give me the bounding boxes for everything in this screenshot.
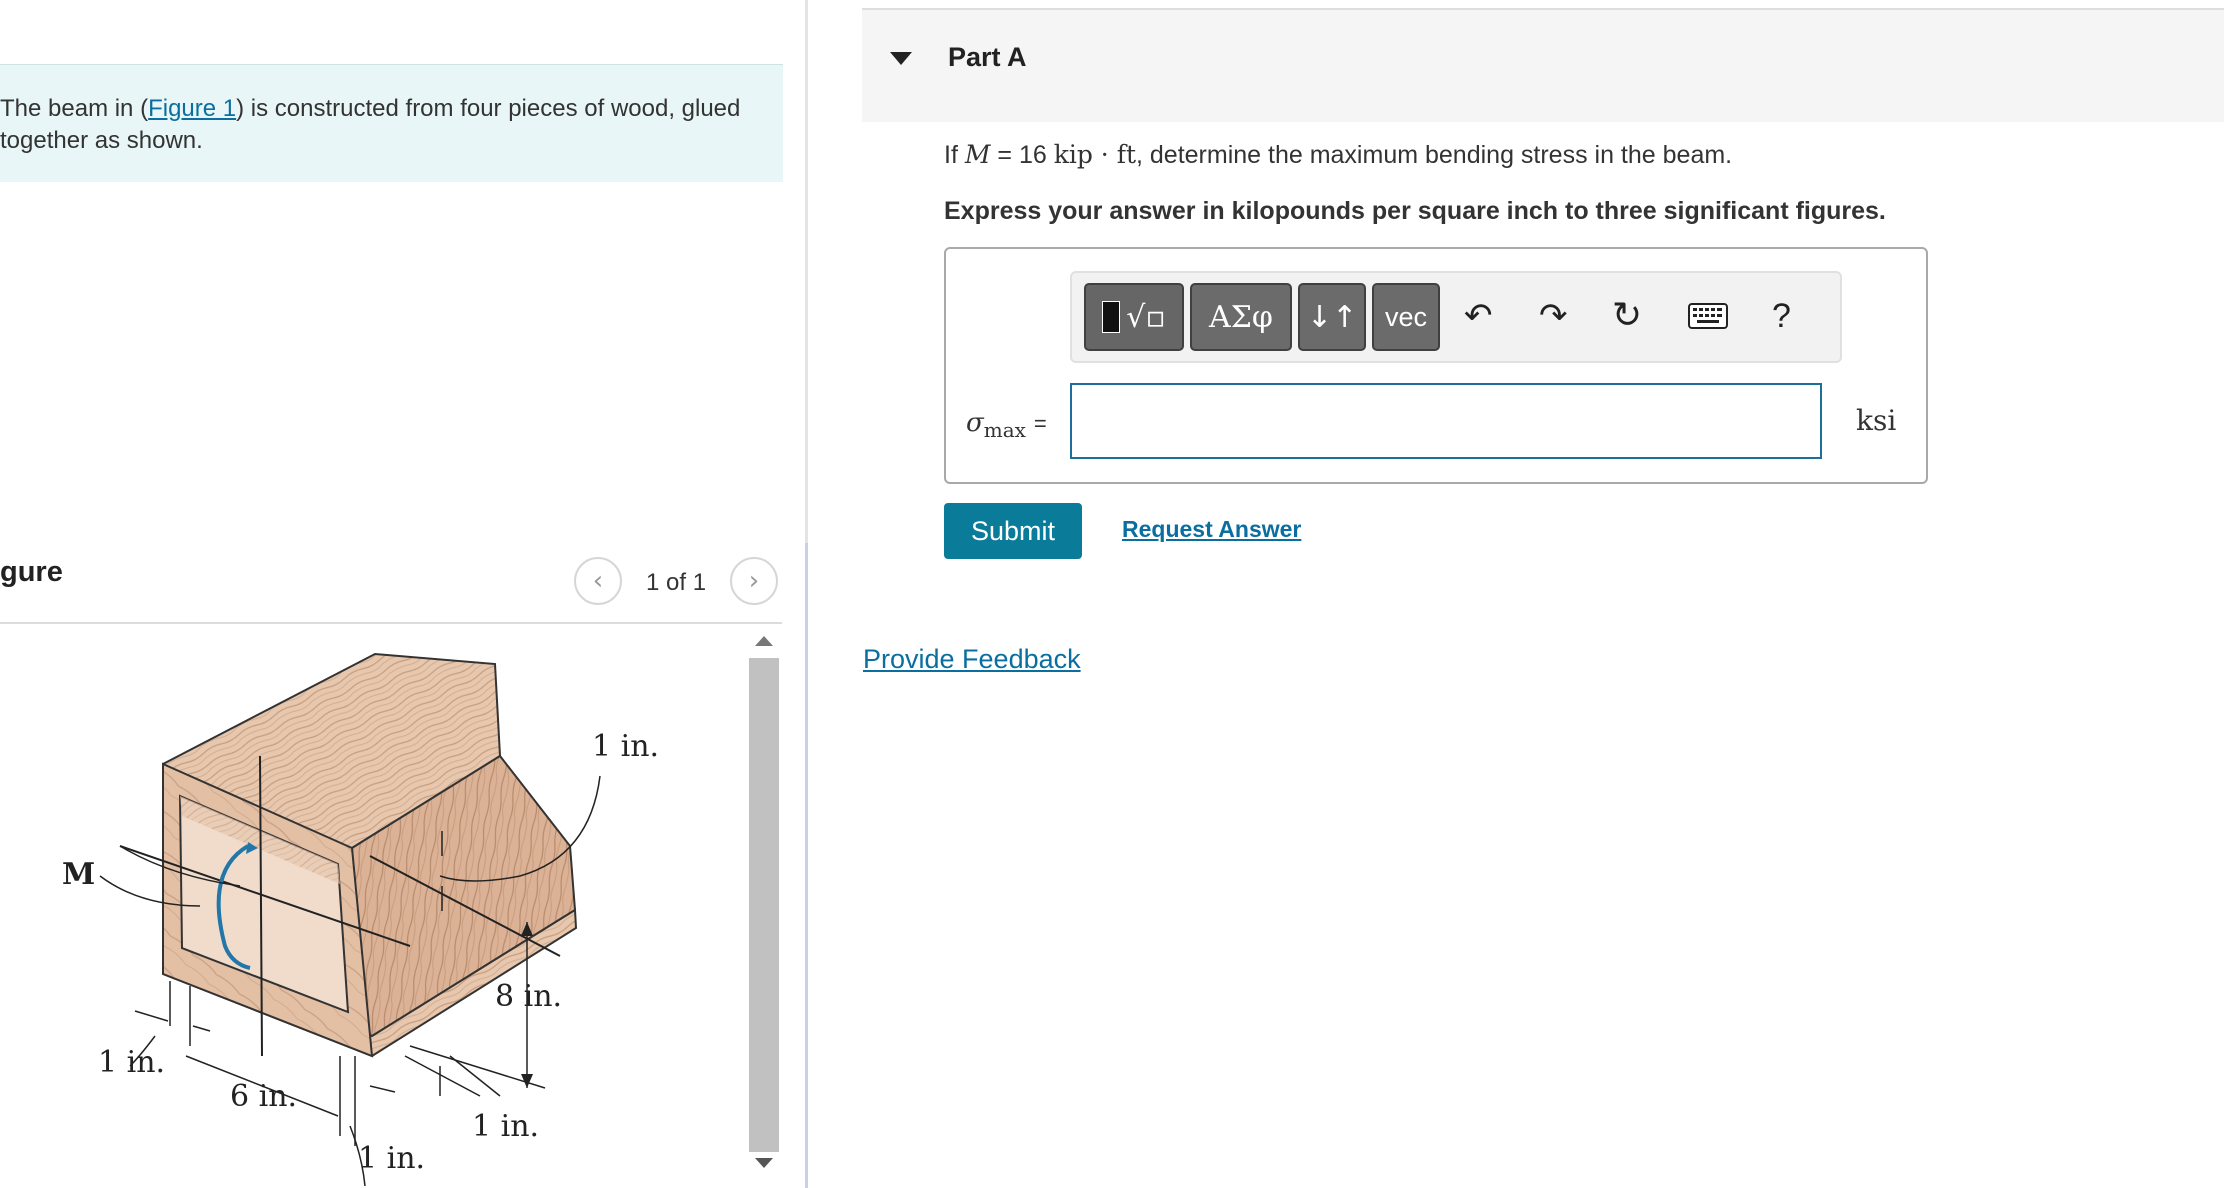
beam-figure: M 1 in. 8 in. 1 in. 6 in. 1 in. 1 in. bbox=[62, 652, 659, 1187]
submit-button[interactable]: Submit bbox=[944, 503, 1082, 559]
undo-icon[interactable]: ↶ bbox=[1464, 293, 1493, 339]
height-label: 8 in. bbox=[495, 979, 562, 1014]
right-web-label: 1 in. bbox=[472, 1109, 539, 1144]
answer-input[interactable] bbox=[1070, 383, 1822, 459]
top-thickness-label: 1 in. bbox=[592, 729, 659, 764]
scroll-thumb[interactable] bbox=[749, 658, 779, 1152]
figure-link[interactable]: Figure 1 bbox=[148, 95, 236, 122]
figure-heading: gure bbox=[0, 556, 63, 588]
part-a-header[interactable]: Part A bbox=[862, 8, 2224, 122]
templates-icon bbox=[1102, 301, 1121, 333]
figure-next-button[interactable]: › bbox=[730, 557, 778, 605]
provide-feedback-link[interactable]: Provide Feedback bbox=[863, 644, 1081, 675]
templates-button[interactable]: √▫ bbox=[1084, 283, 1184, 351]
math-toolbar: √▫ ΑΣφ ↓↑ vec ↶ ↷ ↻ ? bbox=[1070, 271, 1842, 363]
figure-scrollbar[interactable] bbox=[749, 626, 779, 1188]
problem-statement: The beam in (Figure 1) is constructed fr… bbox=[0, 64, 783, 182]
request-answer-link[interactable]: Request Answer bbox=[1122, 516, 1301, 543]
figure-counter: 1 of 1 bbox=[646, 569, 707, 596]
answer-label: σmax = bbox=[966, 408, 1047, 442]
scroll-up-arrow-icon[interactable] bbox=[755, 636, 773, 646]
reset-icon[interactable]: ↻ bbox=[1612, 293, 1642, 339]
help-button[interactable]: ? bbox=[1772, 293, 1791, 339]
instruction-text: Express your answer in kilopounds per sq… bbox=[944, 197, 1886, 225]
inner-width-label: 6 in. bbox=[230, 1079, 297, 1114]
greek-symbols-button[interactable]: ΑΣφ bbox=[1190, 283, 1292, 351]
subscript-superscript-button[interactable]: ↓↑ bbox=[1298, 283, 1366, 351]
left-flange-label: 1 in. bbox=[98, 1045, 165, 1080]
redo-icon[interactable]: ↷ bbox=[1539, 293, 1568, 339]
unit-label: ksi bbox=[1856, 404, 1897, 437]
part-title: Part A bbox=[948, 42, 1027, 72]
scroll-down-arrow-icon[interactable] bbox=[755, 1158, 773, 1168]
pane-divider-accent bbox=[805, 543, 808, 1188]
web-bottom-label: 1 in. bbox=[358, 1141, 425, 1176]
figure-prev-button[interactable]: ‹ bbox=[574, 557, 622, 605]
question-text: If M = 16 kip · ft, determine the maximu… bbox=[944, 140, 1733, 169]
problem-text-before: The beam in ( bbox=[0, 95, 149, 122]
left-pane: The beam in (Figure 1) is constructed fr… bbox=[0, 0, 805, 1188]
chevron-right-icon: › bbox=[748, 566, 760, 596]
vector-button[interactable]: vec bbox=[1372, 283, 1440, 351]
moment-label: M bbox=[62, 857, 95, 892]
keyboard-icon[interactable] bbox=[1688, 303, 1728, 329]
caret-down-icon[interactable] bbox=[890, 52, 912, 65]
figure-divider bbox=[0, 622, 782, 624]
chevron-left-icon: ‹ bbox=[592, 566, 604, 596]
